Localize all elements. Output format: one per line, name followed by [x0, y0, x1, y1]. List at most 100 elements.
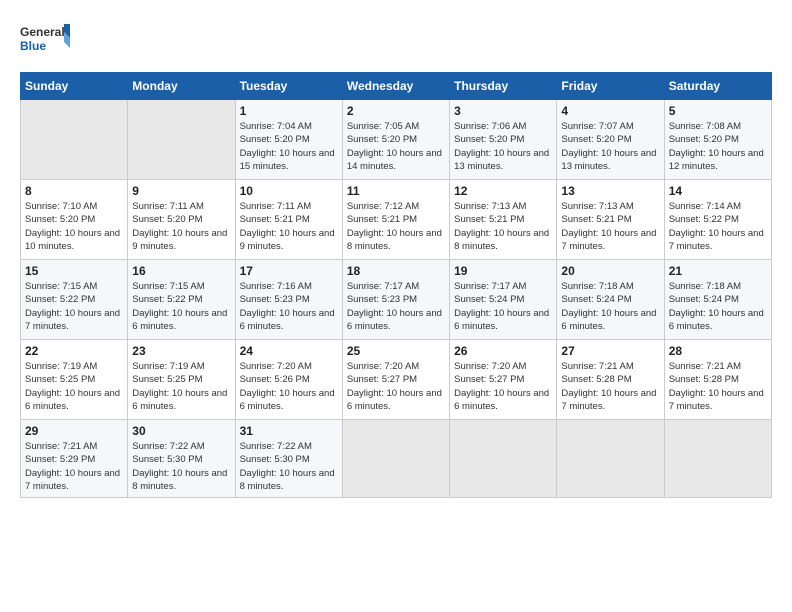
svg-text:Blue: Blue [20, 39, 46, 53]
day-info: Sunrise: 7:15 AMSunset: 5:22 PMDaylight:… [132, 280, 230, 333]
day-info: Sunrise: 7:20 AMSunset: 5:27 PMDaylight:… [454, 360, 552, 413]
day-number: 8 [25, 184, 123, 198]
calendar-cell: 13 Sunrise: 7:13 AMSunset: 5:21 PMDayligh… [557, 180, 664, 260]
day-info: Sunrise: 7:19 AMSunset: 5:25 PMDaylight:… [25, 360, 123, 413]
day-number: 13 [561, 184, 659, 198]
calendar-cell: 31 Sunrise: 7:22 AMSunset: 5:30 PMDayligh… [235, 420, 342, 498]
svg-text:General: General [20, 25, 65, 39]
day-info: Sunrise: 7:20 AMSunset: 5:27 PMDaylight:… [347, 360, 445, 413]
calendar-week-row: 22 Sunrise: 7:19 AMSunset: 5:25 PMDayligh… [21, 340, 772, 420]
day-number: 14 [669, 184, 767, 198]
calendar-cell: 22 Sunrise: 7:19 AMSunset: 5:25 PMDayligh… [21, 340, 128, 420]
logo: General Blue [20, 20, 70, 62]
day-header-sunday: Sunday [21, 73, 128, 100]
day-number: 26 [454, 344, 552, 358]
day-info: Sunrise: 7:18 AMSunset: 5:24 PMDaylight:… [669, 280, 767, 333]
day-number: 4 [561, 104, 659, 118]
calendar-cell: 17 Sunrise: 7:16 AMSunset: 5:23 PMDayligh… [235, 260, 342, 340]
day-number: 17 [240, 264, 338, 278]
day-number: 12 [454, 184, 552, 198]
calendar-cell: 23 Sunrise: 7:19 AMSunset: 5:25 PMDayligh… [128, 340, 235, 420]
calendar-table: SundayMondayTuesdayWednesdayThursdayFrid… [20, 72, 772, 498]
day-number: 1 [240, 104, 338, 118]
day-number: 2 [347, 104, 445, 118]
day-number: 9 [132, 184, 230, 198]
day-info: Sunrise: 7:17 AMSunset: 5:23 PMDaylight:… [347, 280, 445, 333]
day-number: 24 [240, 344, 338, 358]
day-info: Sunrise: 7:06 AMSunset: 5:20 PMDaylight:… [454, 120, 552, 173]
calendar-cell: 26 Sunrise: 7:20 AMSunset: 5:27 PMDayligh… [450, 340, 557, 420]
day-number: 23 [132, 344, 230, 358]
calendar-cell: 21 Sunrise: 7:18 AMSunset: 5:24 PMDayligh… [664, 260, 771, 340]
calendar-cell: 4 Sunrise: 7:07 AMSunset: 5:20 PMDaylight… [557, 100, 664, 180]
calendar-cell: 14 Sunrise: 7:14 AMSunset: 5:22 PMDayligh… [664, 180, 771, 260]
day-info: Sunrise: 7:14 AMSunset: 5:22 PMDaylight:… [669, 200, 767, 253]
day-header-wednesday: Wednesday [342, 73, 449, 100]
day-number: 25 [347, 344, 445, 358]
day-info: Sunrise: 7:12 AMSunset: 5:21 PMDaylight:… [347, 200, 445, 253]
calendar-cell: 24Sunrise: 7:20 AMSunset: 5:26 PMDayligh… [235, 340, 342, 420]
day-info: Sunrise: 7:21 AMSunset: 5:29 PMDaylight:… [25, 440, 123, 493]
calendar-cell: 16 Sunrise: 7:15 AMSunset: 5:22 PMDayligh… [128, 260, 235, 340]
day-number: 15 [25, 264, 123, 278]
day-info: Sunrise: 7:10 AMSunset: 5:20 PMDaylight:… [25, 200, 123, 253]
day-number: 5 [669, 104, 767, 118]
calendar-cell: 25 Sunrise: 7:20 AMSunset: 5:27 PMDayligh… [342, 340, 449, 420]
page-header: General Blue [20, 20, 772, 62]
day-header-saturday: Saturday [664, 73, 771, 100]
day-number: 28 [669, 344, 767, 358]
day-info: Sunrise: 7:21 AMSunset: 5:28 PMDaylight:… [561, 360, 659, 413]
day-info: Sunrise: 7:11 AMSunset: 5:21 PMDaylight:… [240, 200, 338, 253]
calendar-cell: 15 Sunrise: 7:15 AMSunset: 5:22 PMDayligh… [21, 260, 128, 340]
day-number: 16 [132, 264, 230, 278]
day-number: 20 [561, 264, 659, 278]
calendar-cell: 8 Sunrise: 7:10 AMSunset: 5:20 PMDaylight… [21, 180, 128, 260]
day-number: 30 [132, 424, 230, 438]
day-info: Sunrise: 7:15 AMSunset: 5:22 PMDaylight:… [25, 280, 123, 333]
calendar-week-row: 8 Sunrise: 7:10 AMSunset: 5:20 PMDaylight… [21, 180, 772, 260]
calendar-week-row: 15 Sunrise: 7:15 AMSunset: 5:22 PMDayligh… [21, 260, 772, 340]
day-info: Sunrise: 7:16 AMSunset: 5:23 PMDaylight:… [240, 280, 338, 333]
calendar-cell: 12 Sunrise: 7:13 AMSunset: 5:21 PMDayligh… [450, 180, 557, 260]
calendar-cell [342, 420, 449, 498]
calendar-cell: 30 Sunrise: 7:22 AMSunset: 5:30 PMDayligh… [128, 420, 235, 498]
day-header-thursday: Thursday [450, 73, 557, 100]
day-header-tuesday: Tuesday [235, 73, 342, 100]
day-number: 22 [25, 344, 123, 358]
calendar-cell [21, 100, 128, 180]
calendar-cell: 2Sunrise: 7:05 AMSunset: 5:20 PMDaylight… [342, 100, 449, 180]
day-number: 3 [454, 104, 552, 118]
calendar-cell: 29 Sunrise: 7:21 AMSunset: 5:29 PMDayligh… [21, 420, 128, 498]
day-number: 18 [347, 264, 445, 278]
day-info: Sunrise: 7:13 AMSunset: 5:21 PMDaylight:… [454, 200, 552, 253]
calendar-cell: 19Sunrise: 7:17 AMSunset: 5:24 PMDayligh… [450, 260, 557, 340]
calendar-body: 1 Sunrise: 7:04 AMSunset: 5:20 PMDaylight… [21, 100, 772, 498]
day-number: 19 [454, 264, 552, 278]
calendar-cell: 1 Sunrise: 7:04 AMSunset: 5:20 PMDaylight… [235, 100, 342, 180]
day-info: Sunrise: 7:22 AMSunset: 5:30 PMDaylight:… [240, 440, 338, 493]
calendar-cell [128, 100, 235, 180]
day-number: 21 [669, 264, 767, 278]
day-number: 11 [347, 184, 445, 198]
day-number: 29 [25, 424, 123, 438]
day-info: Sunrise: 7:13 AMSunset: 5:21 PMDaylight:… [561, 200, 659, 253]
calendar-cell [664, 420, 771, 498]
calendar-cell: 3 Sunrise: 7:06 AMSunset: 5:20 PMDaylight… [450, 100, 557, 180]
day-header-monday: Monday [128, 73, 235, 100]
day-info: Sunrise: 7:08 AMSunset: 5:20 PMDaylight:… [669, 120, 767, 173]
calendar-cell: 5 Sunrise: 7:08 AMSunset: 5:20 PMDaylight… [664, 100, 771, 180]
day-number: 10 [240, 184, 338, 198]
calendar-cell: 18 Sunrise: 7:17 AMSunset: 5:23 PMDayligh… [342, 260, 449, 340]
day-info: Sunrise: 7:22 AMSunset: 5:30 PMDaylight:… [132, 440, 230, 493]
logo-icon: General Blue [20, 20, 70, 62]
day-info: Sunrise: 7:04 AMSunset: 5:20 PMDaylight:… [240, 120, 338, 173]
day-info: Sunrise: 7:18 AMSunset: 5:24 PMDaylight:… [561, 280, 659, 333]
day-info: Sunrise: 7:19 AMSunset: 5:25 PMDaylight:… [132, 360, 230, 413]
day-info: Sunrise: 7:07 AMSunset: 5:20 PMDaylight:… [561, 120, 659, 173]
day-number: 31 [240, 424, 338, 438]
day-info: Sunrise: 7:21 AMSunset: 5:28 PMDaylight:… [669, 360, 767, 413]
calendar-cell: 20 Sunrise: 7:18 AMSunset: 5:24 PMDayligh… [557, 260, 664, 340]
calendar-cell: 10 Sunrise: 7:11 AMSunset: 5:21 PMDayligh… [235, 180, 342, 260]
day-header-friday: Friday [557, 73, 664, 100]
calendar-cell: 9Sunrise: 7:11 AMSunset: 5:20 PMDaylight… [128, 180, 235, 260]
